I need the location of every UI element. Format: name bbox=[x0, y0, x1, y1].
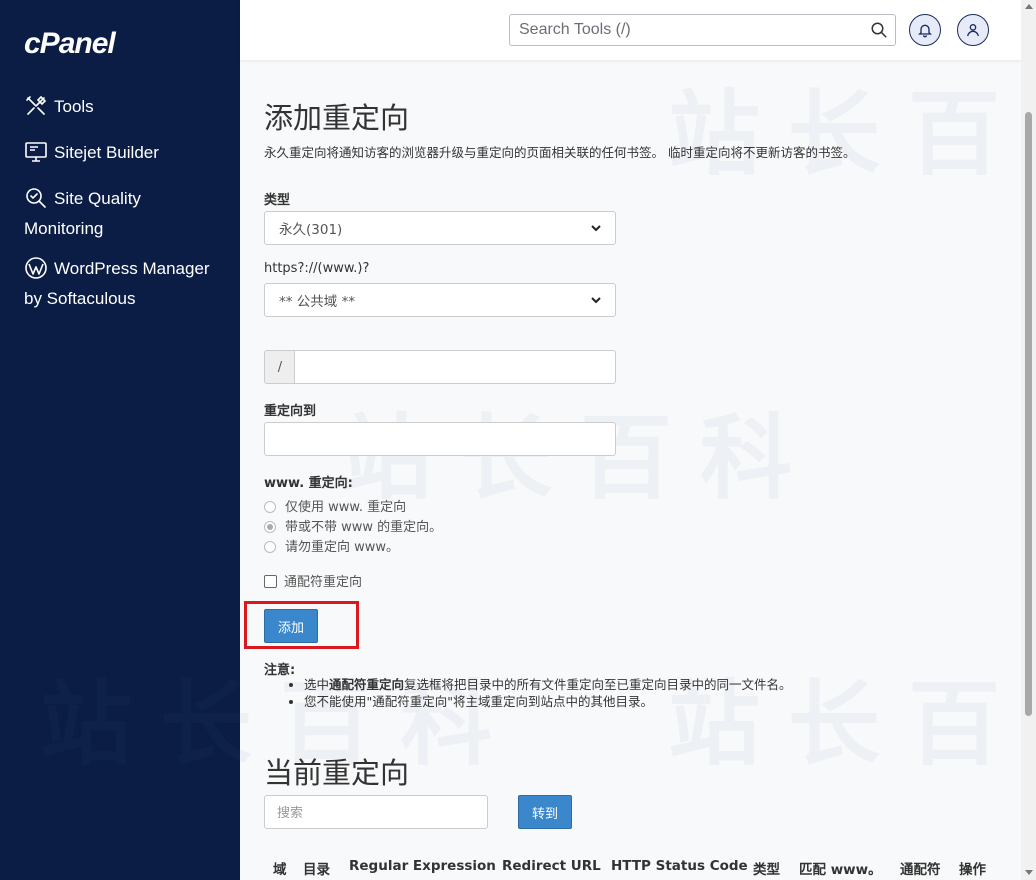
column-header-regex[interactable]: Regular Expression bbox=[349, 858, 496, 874]
column-header-match-www[interactable]: 匹配 www。 bbox=[799, 858, 882, 878]
sidebar-item-label: WordPress Manager bbox=[54, 259, 210, 278]
notifications-button[interactable] bbox=[909, 14, 941, 46]
radio-no-www[interactable]: 请勿重定向 www。 bbox=[264, 538, 399, 558]
search-icon[interactable] bbox=[870, 21, 888, 39]
top-header bbox=[240, 0, 1021, 60]
radio-button[interactable] bbox=[264, 540, 276, 553]
column-header-actions[interactable]: 操作 bbox=[959, 858, 986, 878]
domain-select[interactable]: ** 公共域 ** bbox=[264, 283, 616, 317]
watermark: 站长百科 bbox=[668, 81, 1036, 188]
highlight-box bbox=[244, 601, 359, 649]
radio-button[interactable] bbox=[264, 500, 276, 513]
redirects-search-input[interactable] bbox=[265, 796, 487, 828]
wordpress-icon bbox=[24, 256, 48, 280]
type-select-value: 永久(301) bbox=[279, 222, 343, 238]
path-input[interactable] bbox=[294, 350, 616, 384]
scroll-down-icon[interactable] bbox=[1025, 870, 1033, 875]
scroll-up-icon[interactable] bbox=[1025, 4, 1033, 9]
sidebar-item-site-quality[interactable]: Site Quality Monitoring bbox=[24, 184, 224, 244]
www-redirect-label: www. 重定向: bbox=[264, 476, 353, 491]
watermark: 站长百科 bbox=[668, 671, 1036, 778]
go-button[interactable]: 转到 bbox=[518, 795, 572, 829]
domain-label: https?://(www.)? bbox=[264, 261, 370, 276]
column-header-redirect-url[interactable]: Redirect URL bbox=[502, 858, 601, 874]
sidebar-item-label-line2: by Softaculous bbox=[24, 289, 136, 308]
search-tools-box[interactable] bbox=[509, 14, 896, 46]
bell-icon bbox=[918, 24, 932, 38]
column-header-directory[interactable]: 目录 bbox=[303, 858, 330, 878]
path-prefix: / bbox=[264, 350, 295, 384]
list-item: 您不能使用"通配符重定向"将主域重定向到站点中的其他目录。 bbox=[304, 693, 964, 710]
domain-select-value: ** 公共域 ** bbox=[279, 294, 356, 310]
tools-icon bbox=[24, 94, 48, 118]
sidebar-item-wordpress[interactable]: WordPress Manager by Softaculous bbox=[24, 254, 224, 314]
user-icon bbox=[967, 24, 979, 37]
note-list: 选中通配符重定向复选框将把目录中的所有文件重定向至已重定向目录中的同一文件名。 … bbox=[264, 676, 964, 710]
user-menu-button[interactable] bbox=[957, 14, 989, 46]
redirect-to-input[interactable] bbox=[264, 422, 616, 456]
type-select[interactable]: 永久(301) bbox=[264, 211, 616, 245]
sidebar-item-label: Site Quality bbox=[54, 189, 141, 208]
chevron-down-icon bbox=[591, 297, 601, 304]
sidebar-item-sitejet[interactable]: Sitejet Builder bbox=[24, 138, 224, 168]
sidebar: cPanel Tools Sitejet Builder Site Qualit… bbox=[0, 0, 240, 880]
magnify-check-icon bbox=[24, 186, 48, 210]
column-header-type[interactable]: 类型 bbox=[753, 858, 780, 878]
page-description: 永久重定向将通知访客的浏览器升级与重定向的页面相关联的任何书签。 临时重定向将不… bbox=[264, 145, 856, 160]
column-header-wildcard[interactable]: 通配符 bbox=[900, 858, 941, 878]
type-label: 类型 bbox=[264, 193, 291, 208]
radio-button[interactable] bbox=[264, 520, 276, 533]
radio-with-or-without-www[interactable]: 带或不带 www 的重定向。 bbox=[264, 518, 442, 538]
radio-www-only[interactable]: 仅使用 www. 重定向 bbox=[264, 498, 406, 518]
cpanel-logo[interactable]: cPanel bbox=[24, 27, 116, 61]
redirects-search-box[interactable] bbox=[264, 795, 488, 829]
column-header-domain[interactable]: 域 bbox=[273, 858, 287, 878]
column-header-http-status[interactable]: HTTP Status Code bbox=[611, 858, 748, 874]
chevron-down-icon bbox=[591, 225, 601, 232]
search-tools-input[interactable] bbox=[510, 15, 850, 45]
sidebar-item-tools[interactable]: Tools bbox=[24, 92, 224, 122]
current-redirects-title: 当前重定向 bbox=[264, 756, 410, 790]
page-title: 添加重定向 bbox=[264, 101, 410, 135]
scrollbar-thumb[interactable] bbox=[1025, 112, 1032, 716]
monitor-icon bbox=[24, 140, 48, 164]
wildcard-checkbox[interactable] bbox=[264, 575, 277, 588]
redirect-to-label: 重定向到 bbox=[264, 404, 317, 419]
sidebar-item-label-line2: Monitoring bbox=[24, 219, 104, 238]
sidebar-item-label: Sitejet Builder bbox=[54, 143, 159, 162]
page-scrollbar[interactable] bbox=[1021, 0, 1036, 880]
sidebar-item-label: Tools bbox=[54, 97, 94, 116]
wildcard-redirect-checkbox-row[interactable]: 通配符重定向 bbox=[264, 573, 362, 593]
list-item: 选中通配符重定向复选框将把目录中的所有文件重定向至已重定向目录中的同一文件名。 bbox=[304, 676, 964, 693]
